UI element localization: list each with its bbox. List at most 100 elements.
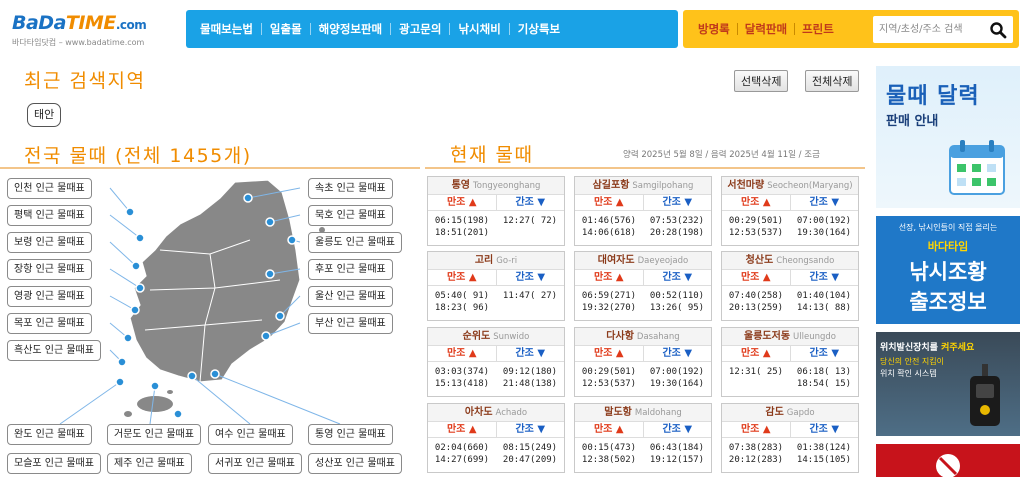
tide-btn-busan[interactable]: 부산 인근 물때표 [308, 313, 393, 334]
tide-btn-ulleungdo[interactable]: 울릉도 인근 물때표 [308, 232, 402, 253]
arrow-up-icon: ▲ [615, 272, 624, 283]
low-tide-time: 01:40(104) [796, 291, 852, 301]
main-nav: 물때보는법 일출몰 해양정보판매 광고문의 낚시채비 기상특보 [186, 10, 678, 48]
top-right-bar: 방명록 달력판매 프린트 [683, 10, 1019, 48]
tide-btn-boryeong[interactable]: 보령 인근 물때표 [7, 232, 92, 253]
tide-btn-pyeongtaek[interactable]: 평택 인근 물때표 [7, 205, 92, 226]
tide-card[interactable]: 서천마량 Seocheon(Maryang) 만조 ▲ 간조 ▼ 00:29(501) 1… [721, 176, 859, 246]
station-name: 감도 [765, 407, 784, 418]
calendar-sales-link[interactable]: 달력판매 [738, 23, 796, 35]
tide-btn-jeju[interactable]: 제주 인근 물때표 [107, 453, 192, 474]
tide-btn-mokpo[interactable]: 목포 인근 물때표 [7, 313, 92, 334]
banner2-line2: 출조정보 [909, 290, 987, 314]
banner2-top: 선장, 낚시인들이 직접 올리는 [898, 223, 998, 232]
banner-warning[interactable] [876, 444, 1020, 477]
tide-card-times: 02:04(660) 14:27(699) 08:15(249) 20:47(209) [428, 438, 564, 472]
search-icon[interactable] [989, 21, 1007, 39]
high-tide-time: 15:13(418) [434, 379, 490, 389]
high-tide-label: 만조 ▲ [575, 270, 644, 285]
station-name: 통영 [451, 180, 471, 191]
tide-btn-tongyeong[interactable]: 통영 인근 물때표 [308, 424, 393, 445]
nav-ocean-info-sales[interactable]: 해양정보판매 [311, 23, 392, 35]
tide-card[interactable]: 아차도 Achado 만조 ▲ 간조 ▼ 02:04(660) 14:27(699) 08:… [427, 403, 565, 473]
low-tide-time: 19:12(157) [649, 455, 705, 465]
logo-subtitle: 바다타임닷컴 – www.badatime.com [12, 38, 145, 47]
print-link[interactable]: 프린트 [795, 23, 841, 35]
high-tide-time: 01:46(576) [581, 216, 637, 226]
low-tide-time: 09:12(180) [502, 367, 558, 377]
tide-btn-hupo[interactable]: 후포 인근 물때표 [308, 259, 393, 280]
tide-card-times: 07:40(258) 20:13(259) 01:40(104) 14:13( 88) [722, 286, 858, 320]
page: BaDaTIME.com 바다타임닷컴 – www.badatime.com 물… [0, 0, 1024, 477]
nav-sunrise[interactable]: 일출몰 [262, 23, 311, 35]
tide-btn-moseulpo[interactable]: 모슬포 인근 물때표 [7, 453, 101, 474]
arrow-up-icon: ▲ [762, 272, 771, 283]
nav-fishing-gear[interactable]: 낚시채비 [450, 23, 510, 35]
arrow-down-icon: ▼ [684, 272, 693, 283]
banner3-line3: 위치 확인 시스템 [880, 369, 937, 378]
tide-btn-yeonggwang[interactable]: 영광 인근 물때표 [7, 286, 92, 307]
tide-card-times: 12:31( 25) 06:18( 13) 18:54( 15) [722, 362, 858, 396]
tide-btn-yeosu[interactable]: 여수 인근 물때표 [208, 424, 293, 445]
low-tide-times: 12:27( 72) [496, 211, 564, 245]
tide-btn-incheon[interactable]: 인천 인근 물때표 [7, 178, 92, 199]
banner-tide-calendar[interactable]: 물때 달력 판매 안내 [876, 66, 1020, 208]
arrow-down-icon: ▼ [684, 197, 693, 208]
tide-card[interactable]: 삼길포항 Samgilpohang 만조 ▲ 간조 ▼ 01:46(576) 14:06(… [574, 176, 712, 246]
tide-card-times: 06:59(271) 19:32(270) 00:52(110) 13:26( 95) [575, 286, 711, 320]
logo[interactable]: BaDaTIME.com 바다타임닷컴 – www.badatime.com [12, 12, 182, 48]
tide-card-labels: 만조 ▲ 간조 ▼ [428, 422, 564, 438]
tide-card[interactable]: 다사항 Dasahang 만조 ▲ 간조 ▼ 00:29(501) 12:53(537) 0… [574, 327, 712, 397]
low-tide-time: 19:30(164) [796, 228, 852, 238]
station-name: 말도항 [604, 407, 632, 418]
high-tide-time: 12:31( 25) [728, 367, 784, 377]
tide-btn-wando[interactable]: 완도 인근 물때표 [7, 424, 92, 445]
select-delete-button[interactable]: 선택삭제 [734, 70, 789, 92]
nav-ad-inquiry[interactable]: 광고문의 [391, 23, 451, 35]
tide-card[interactable]: 청산도 Cheongsando 만조 ▲ 간조 ▼ 07:40(258) 20:13(25… [721, 251, 859, 321]
tide-card-header: 순위도 Sunwido [428, 328, 564, 346]
tide-card[interactable]: 대여자도 Daeyeojado 만조 ▲ 간조 ▼ 06:59(271) 19:32(27… [574, 251, 712, 321]
tide-btn-ulsan[interactable]: 울산 인근 물때표 [308, 286, 393, 307]
low-tide-time: 07:00(192) [796, 216, 852, 226]
tide-card-header: 통영 Tongyeonghang [428, 177, 564, 195]
high-tide-times: 00:29(501) 12:53(537) [722, 211, 790, 245]
station-name: 순위도 [462, 331, 491, 342]
tide-card[interactable]: 울릉도저동 Ulleungdo 만조 ▲ 간조 ▼ 12:31( 25) 06:18( 1… [721, 327, 859, 397]
tide-card[interactable]: 감도 Gapdo 만조 ▲ 간조 ▼ 07:38(283) 20:12(283) 01:38… [721, 403, 859, 473]
tide-card[interactable]: 통영 Tongyeonghang 만조 ▲ 간조 ▼ 06:15(198) 18:51(2… [427, 176, 565, 246]
beacon-device-icon [970, 364, 1000, 426]
tide-card[interactable]: 순위도 Sunwido 만조 ▲ 간조 ▼ 03:03(374) 15:13(418) 09… [427, 327, 565, 397]
low-tide-label: 간조 ▼ [809, 348, 840, 359]
low-tide-time: 20:47(209) [502, 455, 558, 465]
guestbook-link[interactable]: 방명록 [691, 23, 738, 35]
arrow-down-icon: ▼ [831, 348, 840, 359]
tide-card[interactable]: 말도항 Maldohang 만조 ▲ 간조 ▼ 00:15(473) 12:38(502)… [574, 403, 712, 473]
banner-location-beacon[interactable]: 위치발신장치를 켜주세요 당신의 안전 지킴이 위치 확인 시스템 [876, 332, 1020, 436]
low-tide-time: 07:00(192) [649, 367, 705, 377]
tide-btn-seongsanpo[interactable]: 성산포 인근 물때표 [308, 453, 402, 474]
tide-btn-janghang[interactable]: 장항 인근 물때표 [7, 259, 92, 280]
nav-weather-alert[interactable]: 기상특보 [510, 23, 568, 35]
low-tide-time: 19:30(164) [649, 379, 705, 389]
tide-btn-sokcho[interactable]: 속초 인근 물때표 [308, 178, 393, 199]
low-tide-time: 06:18( 13) [796, 367, 852, 377]
search-input[interactable] [879, 21, 987, 38]
banner-fishing-report[interactable]: 선장, 낚시인들이 직접 올리는 바다타임 낚시조황 출조정보 [876, 216, 1020, 324]
nav-tide-guide[interactable]: 물때보는법 [192, 23, 262, 35]
station-en-name: Ulleungdo [793, 332, 836, 342]
tide-btn-geomundo[interactable]: 거문도 인근 물때표 [107, 424, 201, 445]
delete-all-button[interactable]: 전체삭제 [805, 70, 860, 92]
tide-card[interactable]: 고리 Go-ri 만조 ▲ 간조 ▼ 05:40( 91) 18:23( 96) 11:47… [427, 251, 565, 321]
high-tide-label: 만조 ▲ [428, 270, 497, 285]
tide-btn-seogwipo[interactable]: 서귀포 인근 물때표 [208, 453, 302, 474]
station-name: 아차도 [464, 407, 493, 418]
arrow-up-icon: ▲ [615, 197, 624, 208]
station-en-name: Gapdo [786, 408, 815, 418]
tide-btn-mukho[interactable]: 묵호 인근 물때표 [308, 205, 393, 226]
tide-card-times: 00:29(501) 12:53(537) 07:00(192) 19:30(164) [722, 211, 858, 245]
low-tide-label: 간조 ▼ [662, 348, 693, 359]
tide-btn-heuksando[interactable]: 흑산도 인근 물때표 [7, 340, 101, 361]
low-tide-time: 20:28(198) [649, 228, 705, 238]
recent-chip-taean[interactable]: 태안 [27, 103, 62, 127]
